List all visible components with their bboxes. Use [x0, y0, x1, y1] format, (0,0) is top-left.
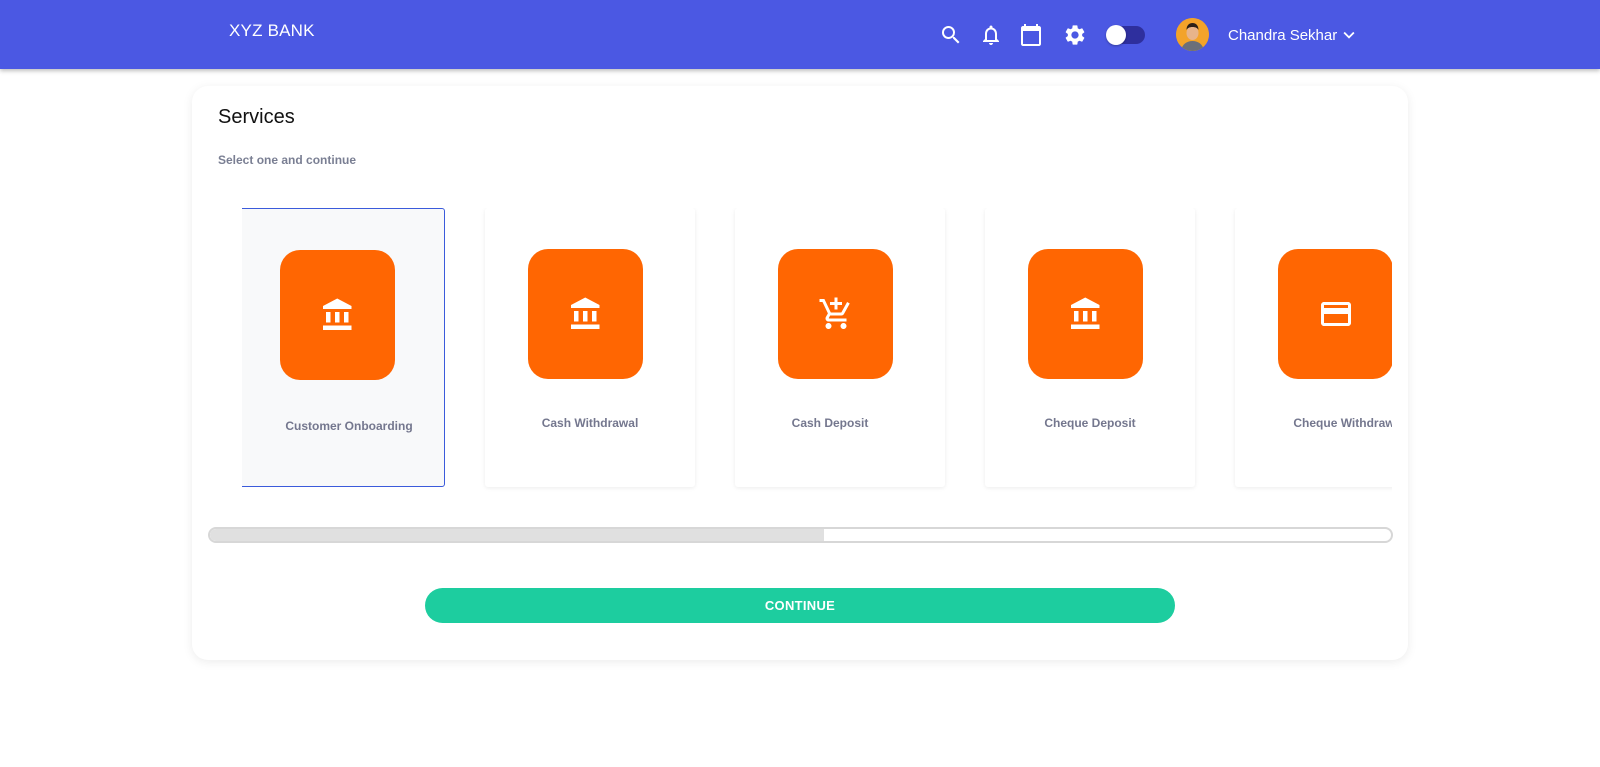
- service-tile-cash-withdrawal[interactable]: Cash Withdrawal: [485, 208, 695, 487]
- services-card: Services Select one and continue Custome…: [192, 86, 1408, 660]
- top-app-bar: XYZ BANK Chandra Sekhar: [0, 0, 1600, 69]
- service-tile-customer-onboarding[interactable]: Customer Onboarding: [242, 208, 445, 487]
- theme-toggle[interactable]: [1106, 25, 1145, 45]
- service-label: Cash Withdrawal: [541, 416, 639, 430]
- service-label: Customer Onboarding: [285, 419, 413, 433]
- service-label: Cheque Withdraw: [1293, 416, 1392, 430]
- card-icon: [1278, 249, 1392, 379]
- continue-button[interactable]: CONTINUE: [425, 588, 1175, 623]
- bank-icon: [1028, 249, 1143, 379]
- brand-name: XYZ BANK: [229, 21, 315, 40]
- bell-icon[interactable]: [978, 22, 1004, 48]
- add-cart-icon: [778, 249, 893, 379]
- gear-icon[interactable]: [1062, 22, 1088, 48]
- carousel-scrollbar[interactable]: [208, 527, 1393, 543]
- service-label: Cheque Deposit: [1044, 416, 1136, 430]
- service-label: Cash Deposit: [791, 416, 869, 430]
- page-subtitle: Select one and continue: [218, 153, 357, 167]
- toggle-knob: [1106, 25, 1126, 45]
- chevron-down-icon[interactable]: [1338, 24, 1360, 46]
- service-tile-cheque-deposit[interactable]: Cheque Deposit: [985, 208, 1195, 487]
- service-tile-cash-deposit[interactable]: Cash Deposit: [735, 208, 945, 487]
- bank-icon: [280, 250, 395, 380]
- scrollbar-thumb[interactable]: [210, 529, 825, 541]
- page-title: Services: [218, 106, 295, 128]
- service-tile-cheque-withdraw[interactable]: Cheque Withdraw: [1235, 208, 1392, 487]
- search-icon[interactable]: [938, 22, 964, 48]
- avatar[interactable]: [1176, 18, 1209, 51]
- calendar-icon[interactable]: [1018, 22, 1044, 48]
- user-name[interactable]: Chandra Sekhar: [1228, 27, 1337, 44]
- bank-icon: [528, 249, 643, 379]
